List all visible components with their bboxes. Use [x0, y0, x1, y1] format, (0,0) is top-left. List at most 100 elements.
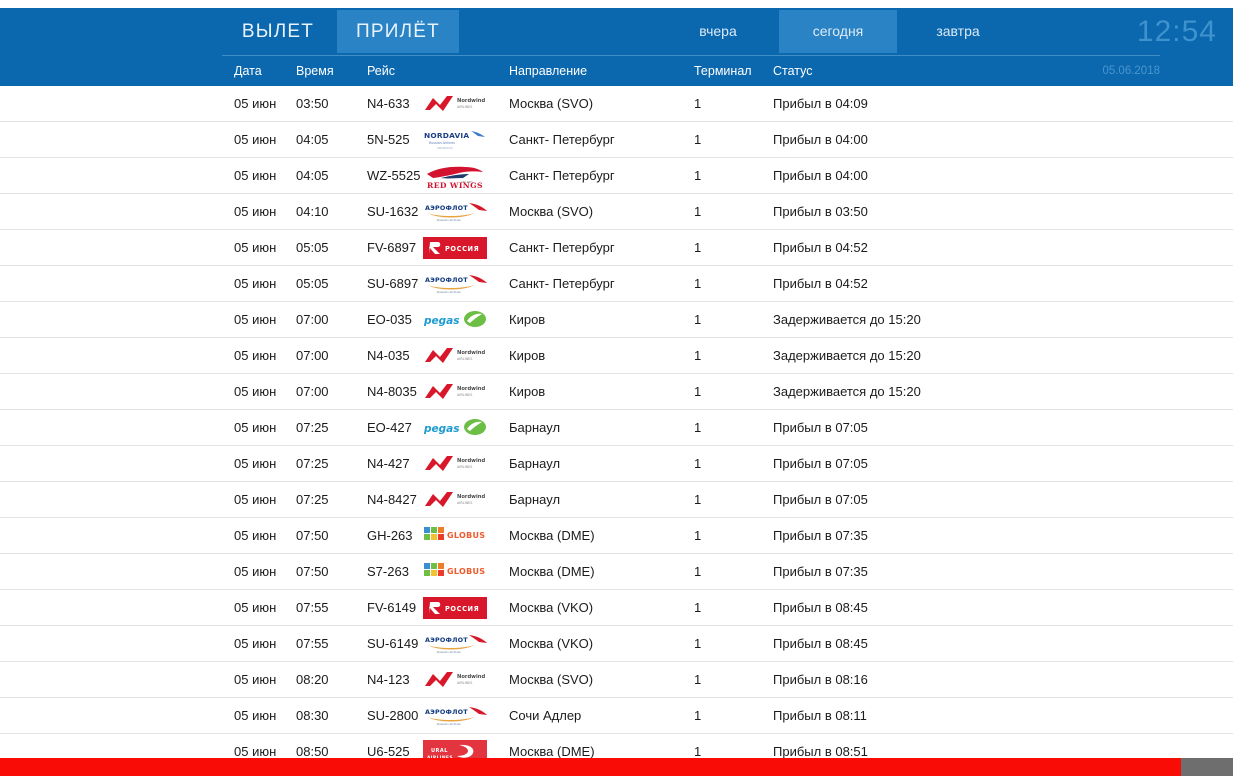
svg-text:AIRLINES: AIRLINES [457, 105, 472, 109]
table-row[interactable]: 05 июн 08:20 N4-123 Nordwind AIRLINES Москва … [0, 662, 1233, 698]
cell-date: 05 июн [234, 96, 277, 111]
svg-text:SMARTAVIA: SMARTAVIA [437, 146, 453, 150]
cell-direction: Санкт- Петербург [509, 276, 615, 291]
cell-direction: Киров [509, 312, 546, 327]
cell-status: Прибыл в 07:35 [773, 528, 868, 543]
cell-direction: Москва (SVO) [509, 96, 594, 111]
svg-text:NORDAVIA: NORDAVIA [424, 131, 469, 140]
table-row[interactable]: 05 июн 03:50 N4-633 Nordwind AIRLINES Москва … [0, 86, 1233, 122]
tab-departures[interactable]: ВЫЛЕТ [222, 10, 334, 53]
svg-text:Nordwind: Nordwind [457, 674, 485, 680]
cell-date: 05 июн [234, 708, 277, 723]
svg-text:Russian Airlines: Russian Airlines [437, 290, 461, 294]
airline-logo-icon: АЭРОФЛОТ Russian Airlines [420, 194, 490, 229]
svg-text:GLOBUS: GLOBUS [447, 567, 485, 576]
cell-flight: EO-427 [367, 420, 412, 435]
table-row[interactable]: 05 июн 04:05 WZ-5525 AIRLINES RED WINGS Санкт… [0, 158, 1233, 194]
cell-status: Прибыл в 08:16 [773, 672, 868, 687]
tab-tomorrow[interactable]: завтра [901, 10, 1015, 53]
table-row[interactable]: 05 июн 04:10 SU-1632 АЭРОФЛОТ Russian Airlin… [0, 194, 1233, 230]
table-row[interactable]: 05 июн 07:00 N4-035 Nordwind AIRLINES Киров 1 З… [0, 338, 1233, 374]
table-row[interactable]: 05 июн 07:55 SU-6149 АЭРОФЛОТ Russian Airlin… [0, 626, 1233, 662]
airline-logo-icon: Nordwind AIRLINES [420, 482, 490, 517]
table-row[interactable]: 05 июн 07:25 N4-8427 Nordwind AIRLINES Барнау… [0, 482, 1233, 518]
cell-flight: GH-263 [367, 528, 413, 543]
cell-flight: WZ-5525 [367, 168, 421, 183]
table-row[interactable]: 05 июн 05:05 SU-6897 АЭРОФЛОТ Russian Airlin… [0, 266, 1233, 302]
cell-terminal: 1 [694, 600, 702, 615]
cell-terminal: 1 [694, 456, 702, 471]
table-row[interactable]: 05 июн 07:00 N4-8035 Nordwind AIRLINES Киров 1… [0, 374, 1233, 410]
table-row[interactable]: 05 июн 07:25 N4-427 Nordwind AIRLINES Барнаул… [0, 446, 1233, 482]
airline-logo-icon: pegas [420, 302, 490, 337]
horizontal-scrollbar[interactable] [1181, 758, 1233, 776]
cell-status: Прибыл в 03:50 [773, 204, 868, 219]
flights-table[interactable]: 05 июн 03:50 N4-633 Nordwind AIRLINES Москва … [0, 86, 1233, 758]
airline-logo-icon: AIRLINES RED WINGS [420, 158, 490, 193]
cell-date: 05 июн [234, 384, 277, 399]
cell-terminal: 1 [694, 528, 702, 543]
tab-arrivals[interactable]: ПРИЛЁТ [337, 10, 459, 53]
header-band: ВЫЛЕТ ПРИЛЁТ вчера сегодня завтра 12:54 … [0, 8, 1233, 86]
svg-text:АЭРОФЛОТ: АЭРОФЛОТ [425, 708, 468, 716]
airline-logo-icon: РОССИЯ [420, 590, 490, 625]
tab-today[interactable]: сегодня [779, 10, 897, 53]
column-header-direction: Направление [509, 64, 588, 78]
table-row[interactable]: 05 июн 04:05 5N-525 NORDAVIA Russian Airline… [0, 122, 1233, 158]
cell-status: Прибыл в 08:45 [773, 600, 868, 615]
svg-text:AIRLINES: AIRLINES [457, 465, 472, 469]
cell-direction: Сочи Адлер [509, 708, 582, 723]
table-row[interactable]: 05 июн 05:05 FV-6897 РОССИЯ Санкт- Петербург… [0, 230, 1233, 266]
cell-date: 05 июн [234, 600, 277, 615]
svg-text:pegas: pegas [423, 315, 460, 327]
cell-terminal: 1 [694, 672, 702, 687]
cell-flight: N4-123 [367, 672, 410, 687]
cell-date: 05 июн [234, 132, 277, 147]
flights-rows-container: 05 июн 03:50 N4-633 Nordwind AIRLINES Москва … [0, 86, 1233, 758]
svg-text:Russian Airlines: Russian Airlines [429, 141, 455, 145]
cell-time: 04:05 [296, 132, 329, 147]
cell-direction: Киров [509, 348, 546, 363]
cell-time: 07:25 [296, 420, 329, 435]
cell-terminal: 1 [694, 276, 702, 291]
table-row[interactable]: 05 июн 08:30 SU-2800 АЭРОФЛОТ Russian Airlin… [0, 698, 1233, 734]
airline-logo-icon: Nordwind AIRLINES [420, 338, 490, 373]
cell-flight: FV-6897 [367, 240, 417, 255]
cell-status: Прибыл в 08:11 [773, 708, 867, 723]
cell-flight: U6-525 [367, 744, 410, 758]
cell-status: Прибыл в 08:51 [773, 744, 868, 758]
cell-status: Задерживается до 15:20 [773, 384, 921, 399]
cell-time: 07:50 [296, 564, 329, 579]
column-header-status: Статус [773, 64, 813, 78]
cell-status: Прибыл в 04:00 [773, 132, 868, 147]
cell-flight: N4-633 [367, 96, 410, 111]
cell-time: 07:25 [296, 492, 329, 507]
table-row[interactable]: 05 июн 07:25 EO-427 pegas Барнаул 1 Прибыл в 0… [0, 410, 1233, 446]
svg-text:АЭРОФЛОТ: АЭРОФЛОТ [425, 276, 468, 284]
table-row[interactable]: 05 июн 07:50 S7-263 GLOBUS Москва (DME) 1 Приб… [0, 554, 1233, 590]
cell-time: 08:30 [296, 708, 329, 723]
table-row[interactable]: 05 июн 07:50 GH-263 GLOBUS Москва (DME) 1 Приб… [0, 518, 1233, 554]
svg-text:Russian Airlines: Russian Airlines [437, 650, 461, 654]
table-row[interactable]: 05 июн 08:50 U6-525 URAL AIRLINES Москва (DME… [0, 734, 1233, 758]
cell-terminal: 1 [694, 744, 702, 758]
cell-date: 05 июн [234, 312, 277, 327]
airline-logo-icon: РОССИЯ [420, 230, 490, 265]
svg-text:РОССИЯ: РОССИЯ [445, 245, 479, 253]
cell-status: Прибыл в 04:09 [773, 96, 868, 111]
svg-text:pegas: pegas [423, 423, 460, 435]
cell-date: 05 июн [234, 456, 277, 471]
cell-flight: N4-427 [367, 456, 410, 471]
cell-flight: N4-035 [367, 348, 410, 363]
column-header-flight: Рейс [367, 64, 395, 78]
table-row[interactable]: 05 июн 07:55 FV-6149 РОССИЯ Москва (VKO) 1 При… [0, 590, 1233, 626]
airline-logo-icon: АЭРОФЛОТ Russian Airlines [420, 626, 490, 661]
tab-yesterday[interactable]: вчера [661, 10, 775, 53]
cell-time: 07:55 [296, 600, 329, 615]
current-date-label: 05.06.2018 [1102, 65, 1160, 77]
table-row[interactable]: 05 июн 07:00 EO-035 pegas Киров 1 Задерживаетс… [0, 302, 1233, 338]
cell-status: Прибыл в 07:05 [773, 456, 868, 471]
cell-time: 05:05 [296, 276, 329, 291]
cell-time: 08:50 [296, 744, 329, 758]
cell-terminal: 1 [694, 96, 702, 111]
